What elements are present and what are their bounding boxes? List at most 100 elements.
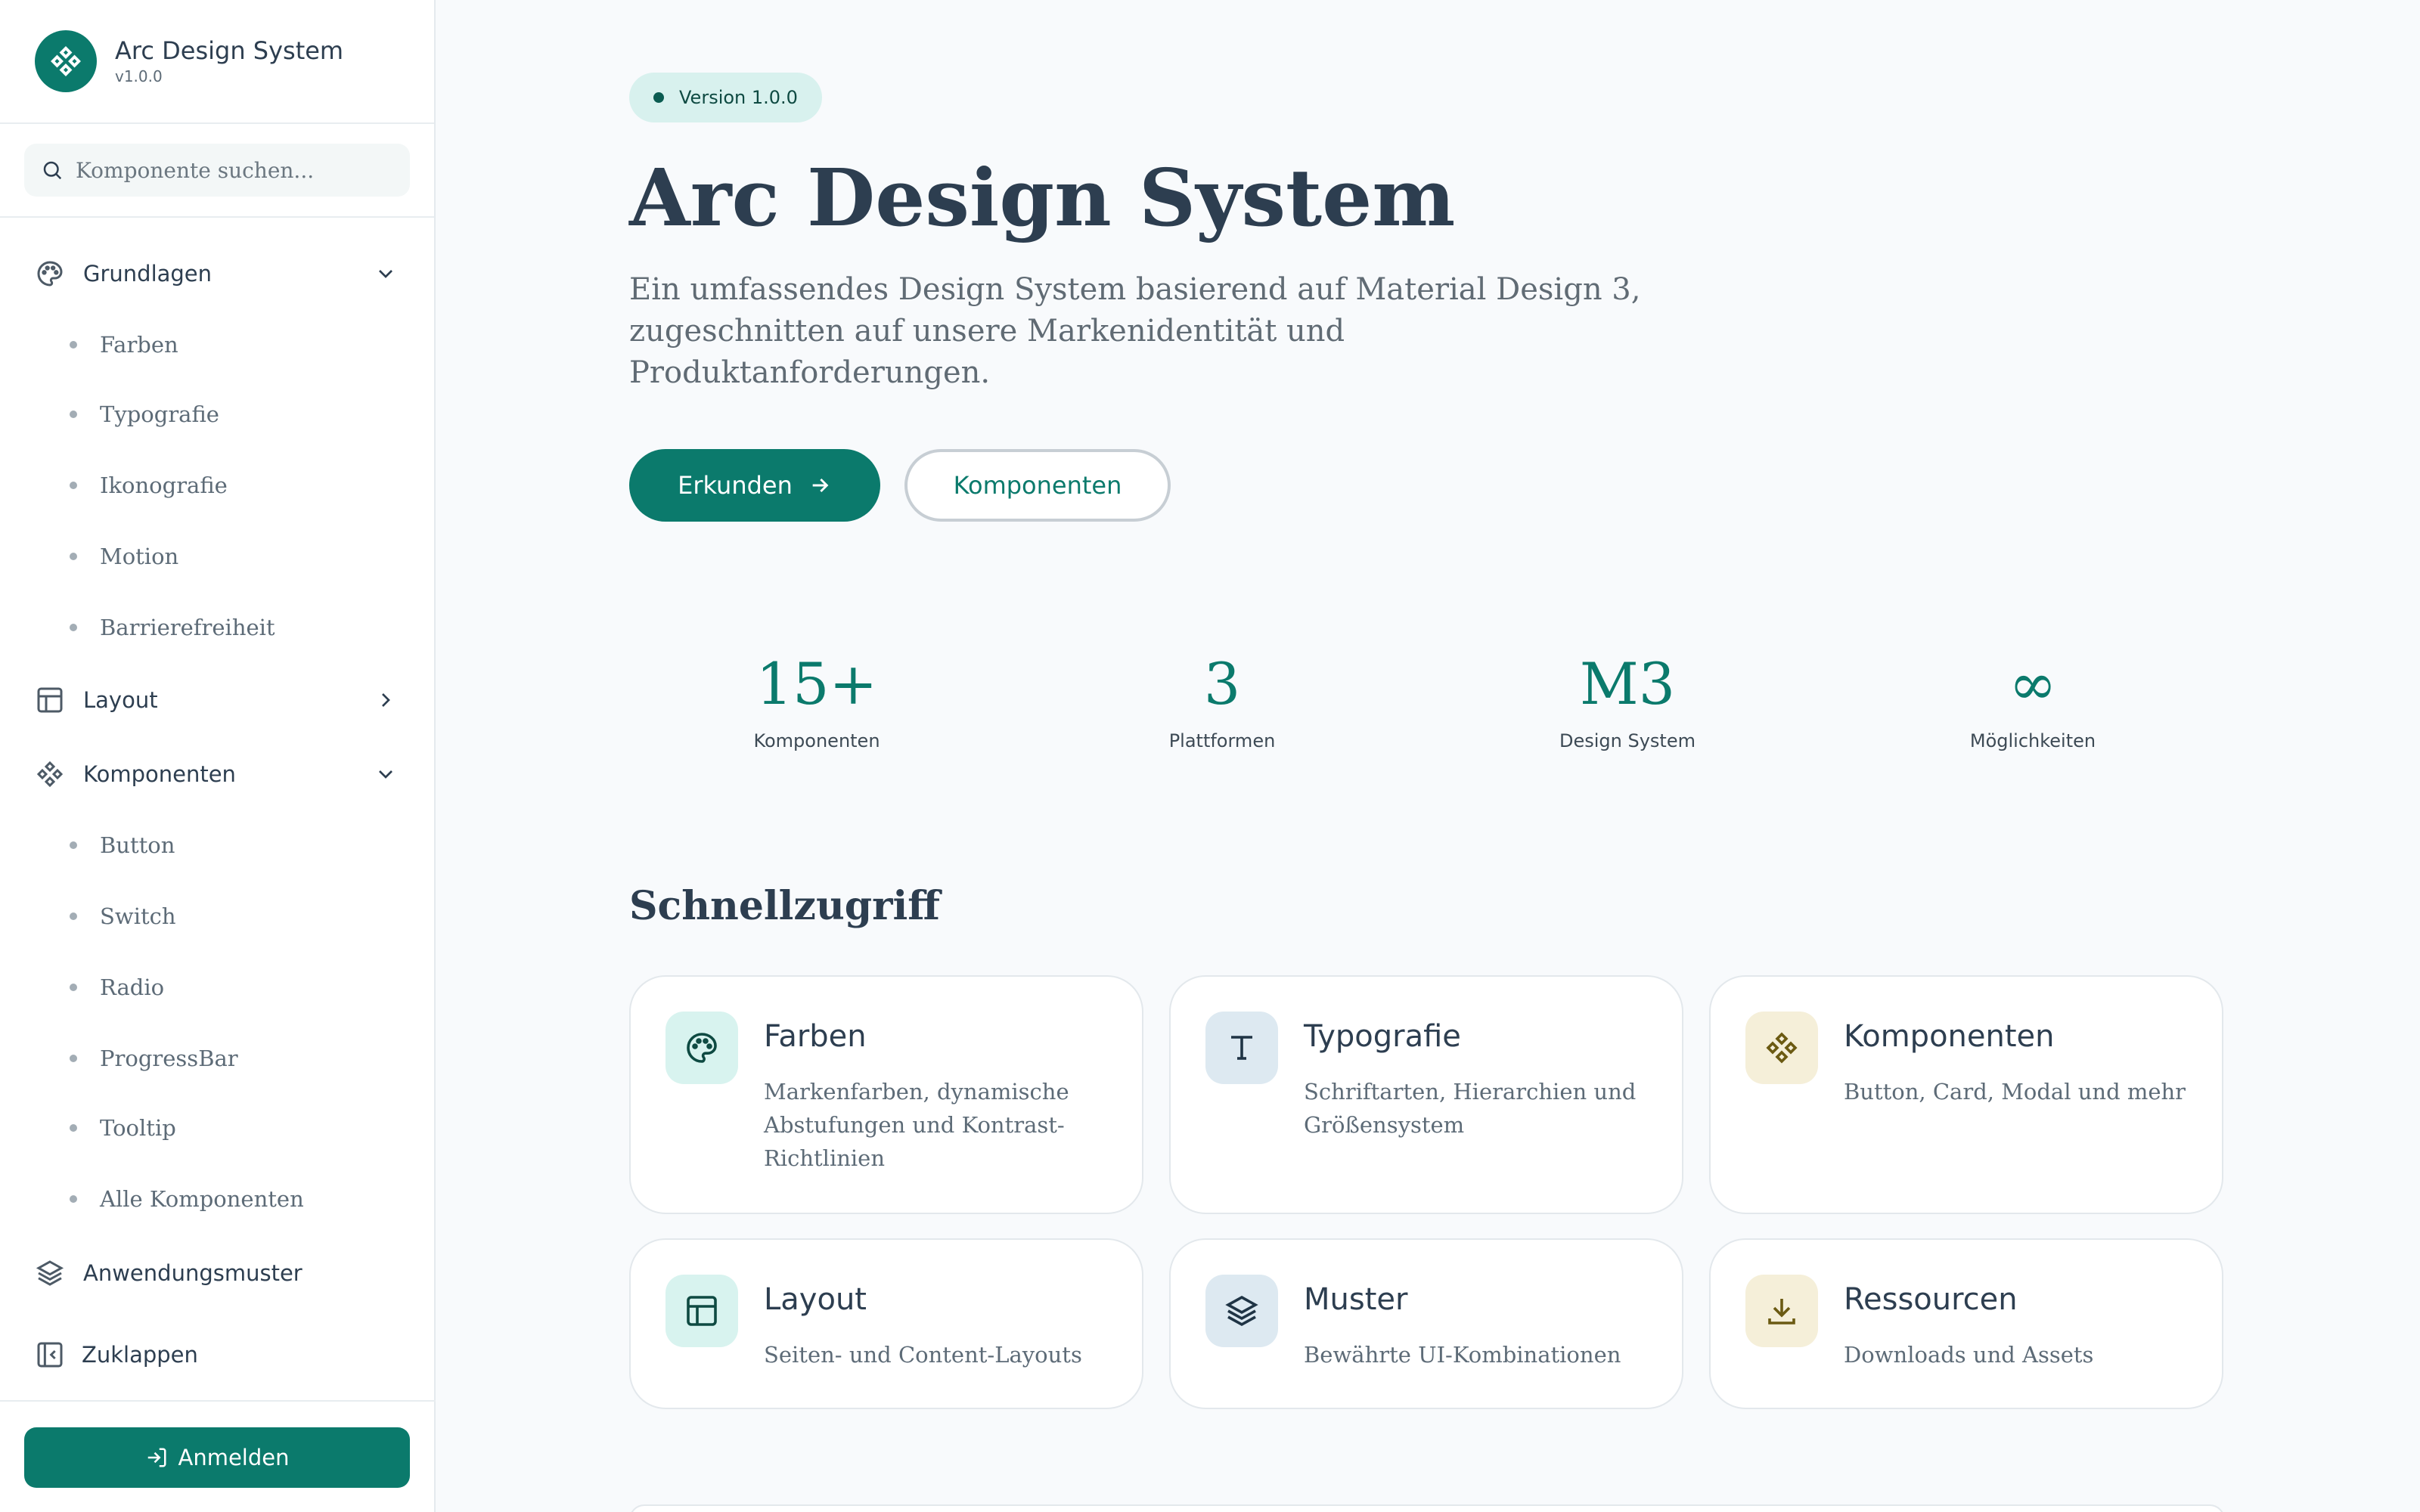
card-icon-box — [1745, 1012, 1818, 1084]
card-title: Ressourcen — [1844, 1282, 2018, 1317]
bullet — [70, 553, 77, 560]
version-badge-label: Version 1.0.0 — [679, 87, 798, 108]
sidebar-subitem-switch[interactable]: Switch — [70, 894, 176, 939]
sidebar-subitem-ikonografie[interactable]: Ikonografie — [70, 463, 228, 508]
bullet — [70, 912, 77, 920]
type-icon — [1231, 1036, 1252, 1060]
sidebar-subitem-barrierefreiheit[interactable]: Barrierefreiheit — [70, 605, 275, 650]
sidebar-subitem-farben[interactable]: Farben — [70, 322, 178, 367]
card-farben[interactable]: Farben Markenfarben, dynamische Abstufun… — [629, 975, 1143, 1214]
chevron-down-icon — [379, 770, 392, 779]
sidebar-subitem-progressbar[interactable]: ProgressBar — [70, 1036, 238, 1081]
card-icon-box — [1205, 1275, 1278, 1347]
stat-possibilities: ∞ Möglichkeiten — [1882, 643, 2184, 751]
section-title-quick-access: Schnellzugriff — [629, 883, 940, 929]
sidebar-item-anwendungsmuster[interactable]: Anwendungsmuster — [35, 1249, 398, 1297]
arrow-right-icon — [812, 478, 829, 493]
bullet — [70, 1124, 77, 1132]
sidebar-subitem-label: Ikonografie — [100, 472, 228, 498]
sidebar-subitem-label: Barrierefreiheit — [100, 615, 275, 640]
card-typografie[interactable]: Typografie Schriftarten, Hierarchien und… — [1169, 975, 1683, 1214]
card-title: Farben — [764, 1019, 867, 1054]
card-icon-box — [666, 1012, 738, 1084]
card-description: Seiten- und Content-Layouts — [764, 1342, 1082, 1368]
sidebar-item-komponenten[interactable]: Komponenten — [35, 750, 398, 798]
login-button[interactable]: Anmelden — [24, 1427, 410, 1488]
sidebar-subitem-label: Farben — [100, 332, 178, 358]
brand-version: v1.0.0 — [115, 67, 163, 85]
sidebar-item-label: Komponenten — [83, 761, 236, 787]
bullet — [70, 1195, 77, 1203]
stat-label: Design System — [1559, 730, 1696, 751]
stat-label: Plattformen — [1168, 730, 1276, 751]
download-icon — [1768, 1299, 1795, 1325]
sidebar-collapse-icon — [37, 1342, 63, 1368]
card-title: Muster — [1304, 1282, 1408, 1317]
card-ressourcen[interactable]: Ressourcen Downloads und Assets — [1709, 1238, 2223, 1409]
bullet — [70, 482, 77, 489]
sidebar-subitem-label: Radio — [100, 974, 165, 1000]
card-title: Typografie — [1304, 1019, 1461, 1054]
sidebar-subitem-label: Motion — [100, 544, 179, 569]
next-section-card — [629, 1504, 2225, 1512]
sidebar-subitem-motion[interactable]: Motion — [70, 534, 178, 579]
sidebar-item-layout[interactable]: Layout — [35, 676, 398, 724]
stat-value: M3 — [1579, 650, 1676, 717]
sidebar-subitem-label: Typografie — [100, 401, 219, 427]
bullet — [70, 984, 77, 991]
page-title: Arc Design System — [629, 151, 1456, 244]
layers-icon — [1225, 1295, 1258, 1327]
brand-header[interactable]: Arc Design System v1.0.0 — [0, 0, 434, 124]
components-icon — [36, 761, 64, 788]
logo-icon — [35, 30, 97, 92]
stat-label: Möglichkeiten — [1969, 730, 2096, 751]
card-description: Button, Card, Modal und mehr — [1844, 1079, 2186, 1105]
card-layout[interactable]: Layout Seiten- und Content-Layouts — [629, 1238, 1143, 1409]
collapse-label: Zuklappen — [82, 1342, 198, 1368]
stat-components: 15+ Komponenten — [666, 643, 968, 751]
stat-design-system: M3 Design System — [1476, 643, 1779, 751]
sidebar-subitem-label: Button — [100, 832, 175, 858]
sidebar-subitem-alle-komponenten[interactable]: Alle Komponenten — [70, 1176, 304, 1222]
stat-platforms: 3 Plattformen — [1071, 643, 1373, 751]
bullet — [70, 411, 77, 418]
card-komponenten[interactable]: Komponenten Button, Card, Modal und mehr — [1709, 975, 2223, 1214]
bullet — [70, 624, 77, 631]
palette-icon — [687, 1033, 717, 1063]
hero-subtitle: Ein umfassendes Design System basierend … — [629, 272, 1641, 390]
stat-value: ∞ — [2009, 650, 2057, 717]
explore-button[interactable]: Erkunden — [629, 449, 880, 522]
sidebar-subitem-radio[interactable]: Radio — [70, 965, 164, 1010]
stat-value: 3 — [1203, 650, 1241, 717]
collapse-sidebar-button[interactable]: Zuklappen — [35, 1331, 198, 1379]
card-title: Layout — [764, 1282, 867, 1317]
sidebar-subitem-button[interactable]: Button — [70, 823, 175, 868]
sidebar-item-grundlagen[interactable]: Grundlagen — [35, 249, 398, 298]
search-box — [24, 144, 410, 197]
sidebar-subitem-typografie[interactable]: Typografie — [70, 392, 219, 437]
sidebar-subitem-label: Alle Komponenten — [100, 1186, 304, 1212]
version-badge: Version 1.0.0 — [629, 73, 822, 122]
card-title: Komponenten — [1844, 1019, 2055, 1054]
components-icon — [1766, 1032, 1798, 1064]
sidebar-item-label: Layout — [83, 687, 158, 713]
chevron-right-icon — [382, 693, 390, 707]
stat-value: 15+ — [755, 650, 878, 717]
card-muster[interactable]: Muster Bewährte UI-Kombinationen — [1169, 1238, 1683, 1409]
sidebar-item-label: Grundlagen — [83, 261, 213, 287]
sidebar-subitem-tooltip[interactable]: Tooltip — [70, 1105, 176, 1151]
card-description: Markenfarben, dynamische Abstufungen und… — [764, 1079, 1069, 1171]
bullet — [70, 841, 77, 849]
card-description: Bewährte UI-Kombinationen — [1304, 1342, 1621, 1368]
search-input[interactable] — [76, 157, 393, 183]
sidebar-subitem-label: Tooltip — [100, 1115, 176, 1141]
sidebar-subitem-label: ProgressBar — [100, 1046, 238, 1071]
layout-icon — [37, 687, 63, 713]
layers-icon — [36, 1260, 64, 1286]
components-button[interactable]: Komponenten — [904, 449, 1171, 522]
login-icon — [147, 1448, 166, 1467]
bullet — [70, 341, 77, 349]
login-label: Anmelden — [178, 1445, 290, 1470]
bullet — [70, 1055, 77, 1062]
sidebar-item-label: Anwendungsmuster — [83, 1260, 302, 1286]
